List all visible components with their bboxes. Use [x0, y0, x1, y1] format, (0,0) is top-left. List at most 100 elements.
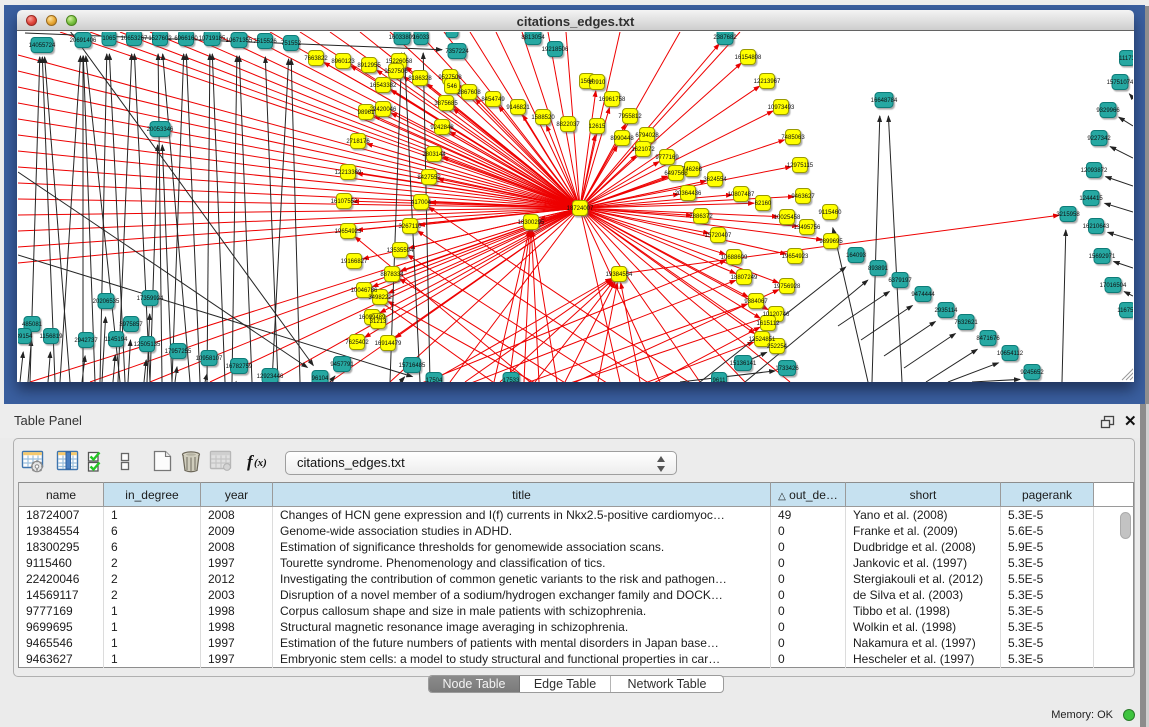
svg-text:17504: 17504	[426, 378, 443, 384]
svg-text:12213369: 12213369	[335, 170, 362, 176]
svg-text:485081: 485081	[22, 322, 43, 328]
svg-text:9463627: 9463627	[791, 194, 815, 200]
svg-text:10120746: 10120746	[763, 312, 790, 318]
svg-text:252254: 252254	[767, 344, 788, 350]
svg-text:2867608: 2867608	[457, 90, 481, 96]
svg-text:15720407: 15720407	[705, 233, 732, 239]
svg-text:6379197: 6379197	[888, 278, 912, 284]
svg-text:10973493: 10973493	[768, 105, 795, 111]
svg-text:9527506: 9527506	[384, 69, 408, 75]
svg-text:10807487: 10807487	[728, 192, 755, 198]
svg-text:546: 546	[447, 84, 458, 90]
svg-text:15751074: 15751074	[1107, 80, 1134, 86]
svg-text:10654112: 10654112	[997, 351, 1024, 357]
svg-text:17016504: 17016504	[1100, 283, 1127, 289]
svg-text:9245652: 9245652	[1020, 370, 1044, 376]
svg-text:19654923: 19654923	[335, 229, 362, 235]
svg-text:31213: 31213	[370, 319, 387, 325]
svg-text:10671355: 10671355	[226, 38, 253, 44]
svg-text:7955812: 7955812	[618, 114, 642, 120]
svg-text:19654923: 19654923	[782, 254, 809, 260]
svg-text:7886372: 7886372	[689, 214, 713, 220]
svg-text:7357224: 7357224	[445, 49, 469, 55]
svg-text:2718176: 2718176	[346, 139, 370, 145]
svg-text:9457791: 9457791	[330, 362, 354, 368]
svg-text:893891: 893891	[868, 266, 889, 272]
svg-text:3624554: 3624554	[703, 177, 727, 183]
svg-text:7632621: 7632621	[954, 320, 978, 326]
svg-text:19218506: 19218506	[542, 47, 569, 53]
svg-text:9527508: 9527508	[438, 75, 462, 81]
svg-text:9777169: 9777169	[655, 155, 679, 161]
svg-text:8960123: 8960123	[331, 59, 355, 65]
svg-text:8990448: 8990448	[610, 136, 634, 142]
svg-text:8186328: 8186328	[408, 76, 432, 82]
svg-text:9384067: 9384067	[744, 299, 768, 305]
svg-text:417004: 417004	[411, 200, 432, 206]
svg-text:17533: 17533	[503, 378, 520, 384]
svg-text:2935114: 2935114	[935, 308, 959, 314]
svg-text:10958107: 10958107	[196, 356, 223, 362]
svg-text:18807249: 18807249	[731, 275, 758, 281]
svg-text:9899695: 9899695	[819, 239, 843, 245]
svg-text:9146821: 9146821	[506, 105, 530, 111]
svg-text:7625402: 7625402	[345, 340, 369, 346]
svg-text:19166827: 19166827	[341, 259, 368, 265]
svg-text:12093872: 12093872	[1081, 168, 1108, 174]
svg-text:20053346: 20053346	[147, 127, 174, 133]
svg-text:15136141: 15136141	[730, 361, 757, 367]
svg-text:16154808: 16154808	[735, 55, 762, 61]
svg-text:62160: 62160	[755, 201, 772, 207]
svg-text:12923446: 12923446	[257, 374, 284, 380]
svg-text:13495756: 13495756	[794, 225, 821, 231]
svg-text:2942737: 2942737	[74, 338, 98, 344]
svg-text:98961: 98961	[358, 110, 375, 116]
svg-text:8912955: 8912955	[357, 63, 381, 69]
svg-text:8454749: 8454749	[481, 97, 505, 103]
svg-text:15226058: 15226058	[386, 59, 413, 65]
svg-text:8471676: 8471676	[976, 336, 1000, 342]
svg-text:16648784: 16648784	[871, 98, 898, 104]
svg-text:(x): (x)	[254, 457, 267, 469]
svg-text:20206535: 20206535	[93, 299, 120, 305]
svg-text:6966160: 6966160	[174, 36, 198, 42]
svg-text:16210643: 16210643	[1083, 224, 1110, 230]
svg-text:17359924: 17359924	[137, 296, 164, 302]
svg-text:1733426: 1733426	[775, 366, 799, 372]
svg-text:12615: 12615	[589, 124, 606, 130]
svg-text:3267110: 3267110	[399, 224, 423, 230]
svg-text:19756928: 19756928	[774, 284, 801, 290]
svg-text:1588520: 1588520	[531, 115, 555, 121]
svg-text:16033: 16033	[413, 35, 430, 41]
svg-text:17957255: 17957255	[165, 349, 192, 355]
svg-text:9611: 9611	[713, 378, 727, 384]
svg-text:751552: 751552	[281, 41, 302, 47]
svg-text:8427552: 8427552	[417, 175, 441, 181]
svg-text:16782759: 16782759	[226, 364, 253, 370]
svg-text:7515526: 7515526	[253, 39, 277, 45]
svg-text:18300295: 18300295	[518, 220, 545, 226]
svg-text:9115460: 9115460	[819, 210, 843, 216]
svg-text:6794028: 6794028	[635, 133, 659, 139]
svg-text:19384554: 19384554	[606, 272, 633, 278]
svg-text:18724007: 18724007	[567, 206, 594, 212]
svg-text:11173: 11173	[1119, 56, 1135, 62]
svg-text:12213967: 12213967	[754, 79, 781, 85]
svg-text:10910: 10910	[589, 80, 606, 86]
svg-text:1527602: 1527602	[148, 36, 172, 42]
svg-text:8822037: 8822037	[556, 122, 580, 128]
svg-text:12505135: 12505135	[134, 342, 161, 348]
svg-text:3498222: 3498222	[368, 295, 392, 301]
svg-text:16914479: 16914479	[375, 341, 402, 347]
svg-text:1156819: 1156819	[40, 334, 64, 340]
svg-text:10688609: 10688609	[721, 255, 748, 261]
svg-text:10719185: 10719185	[199, 36, 226, 42]
svg-text:1145194: 1145194	[105, 337, 129, 343]
svg-text:9474444: 9474444	[911, 292, 935, 298]
svg-text:10025458: 10025458	[774, 215, 801, 221]
svg-text:10046786: 10046786	[351, 288, 378, 294]
svg-text:15716485: 15716485	[399, 363, 426, 369]
svg-text:9242848: 9242848	[430, 125, 454, 131]
svg-text:164093: 164093	[846, 253, 867, 259]
svg-text:8813054: 8813054	[521, 35, 545, 41]
